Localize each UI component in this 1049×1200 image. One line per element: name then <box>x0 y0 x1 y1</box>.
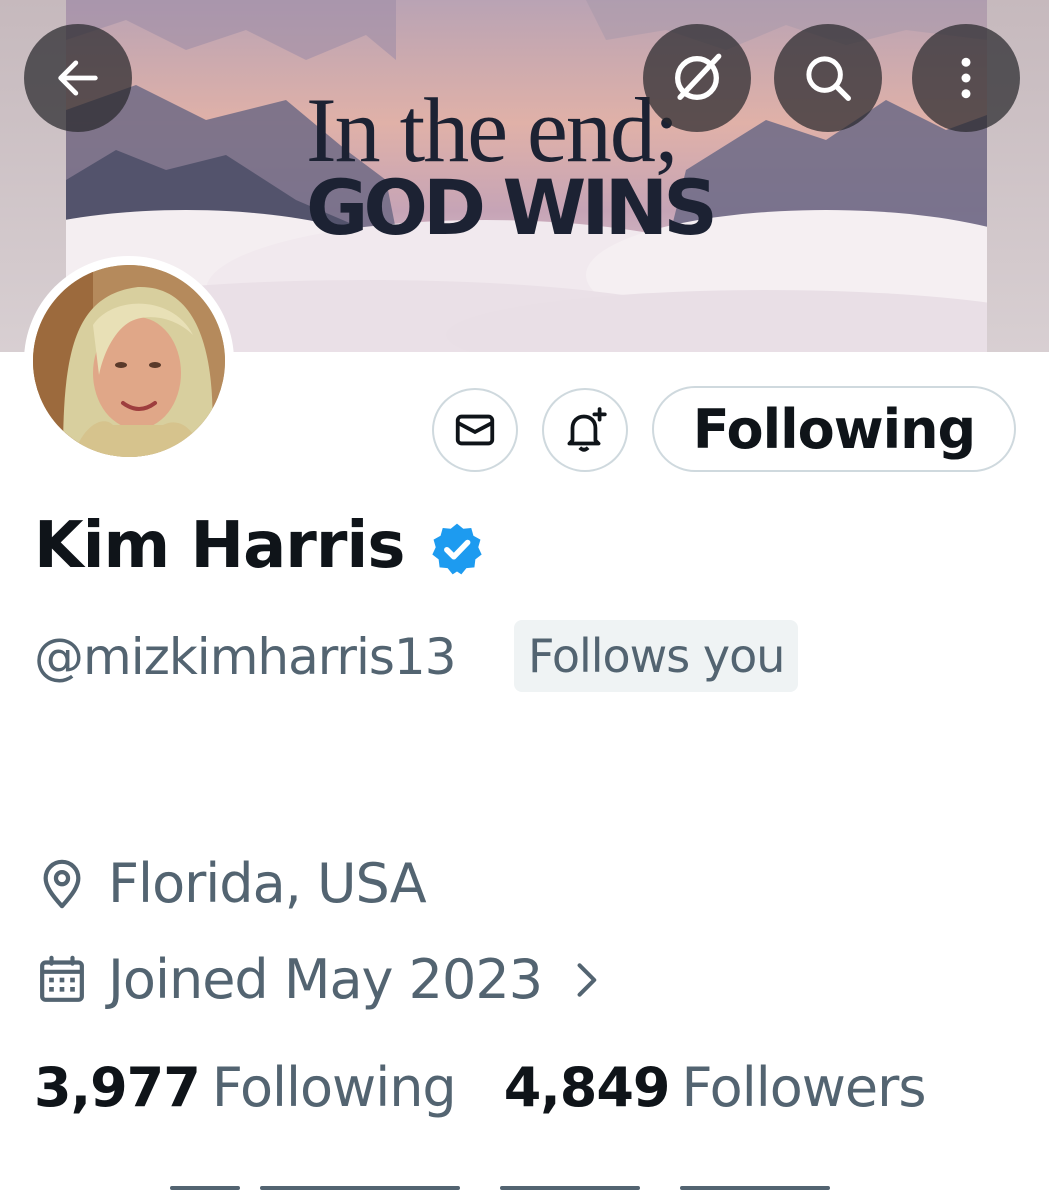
more-button[interactable] <box>912 24 1020 132</box>
following-button[interactable]: Following <box>652 386 1016 472</box>
followers-stat[interactable]: 4,849 Followers <box>503 1056 927 1119</box>
calendar-icon <box>40 955 84 1002</box>
message-button[interactable] <box>432 388 518 472</box>
joined-row[interactable]: Joined May 2023 <box>34 948 608 1011</box>
chevron-right-icon <box>577 962 597 997</box>
followers-label: Followers <box>681 1056 927 1119</box>
display-name: Kim Harris <box>34 509 405 583</box>
following-count: 3,977 <box>34 1056 201 1119</box>
bell-plus-icon <box>567 407 607 452</box>
banner-text-line2: GOD WINS <box>306 163 718 252</box>
search-button[interactable] <box>774 24 882 132</box>
search-icon <box>806 56 851 101</box>
mail-icon <box>455 414 495 446</box>
avatar[interactable] <box>24 256 234 466</box>
more-vertical-icon <box>961 57 971 99</box>
back-button[interactable] <box>24 24 132 132</box>
grok-icon <box>675 53 722 100</box>
following-stat[interactable]: 3,977 Following <box>34 1056 457 1119</box>
followed-by-line-cutoff <box>170 1186 870 1200</box>
verified-badge-icon[interactable] <box>428 520 486 578</box>
arrow-left-icon <box>58 60 98 96</box>
follow-stats: 3,977 Following 4,849 Followers <box>34 1056 927 1119</box>
notify-button[interactable] <box>542 388 628 472</box>
user-handle: @mizkimharris13 <box>34 628 457 686</box>
location-text: Florida, USA <box>108 852 427 915</box>
following-label: Following <box>211 1056 457 1119</box>
joined-text: Joined May 2023 <box>108 948 543 1011</box>
location-row: Florida, USA <box>34 852 427 915</box>
location-pin-icon <box>43 859 81 908</box>
follows-you-badge: Follows you <box>514 620 799 692</box>
followers-count: 4,849 <box>503 1056 671 1119</box>
grok-button[interactable] <box>643 24 751 132</box>
avatar-image <box>33 265 225 457</box>
